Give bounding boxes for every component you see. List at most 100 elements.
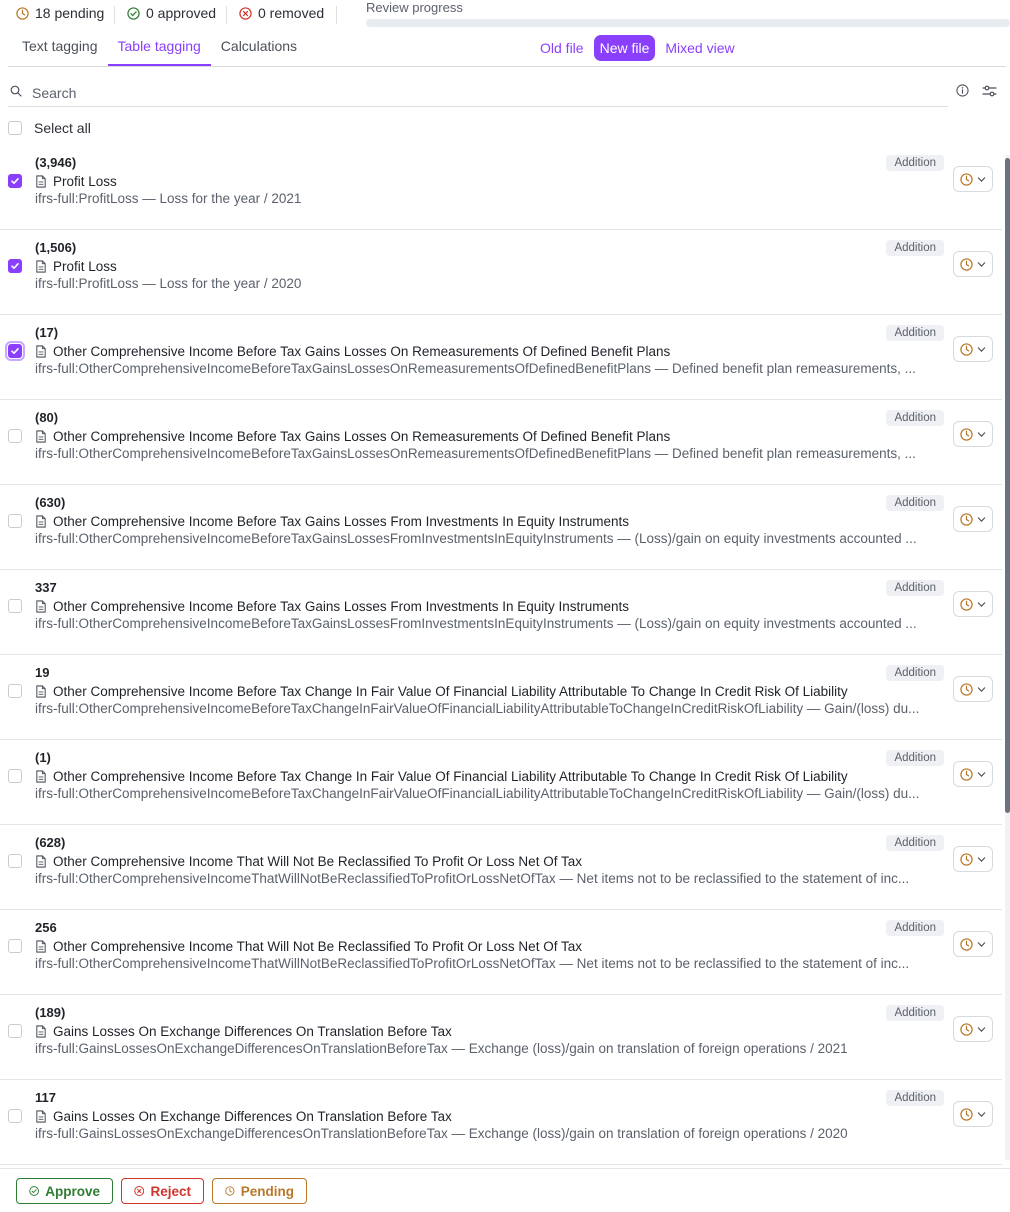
- row-checkbox[interactable]: [8, 684, 22, 698]
- concept-label: Other Comprehensive Income Before Tax Ga…: [35, 429, 670, 444]
- pending-count: 18 pending: [35, 5, 105, 21]
- list-item[interactable]: (3,946) Profit Loss ifrs-full:ProfitLoss —…: [0, 145, 1002, 230]
- status-dropdown[interactable]: [953, 676, 993, 702]
- row-checkbox[interactable]: [8, 259, 22, 273]
- concept-title: Other Comprehensive Income Before Tax Ch…: [53, 684, 848, 699]
- chevron-down-icon: [977, 346, 986, 352]
- list-item[interactable]: (630) Other Comprehensive Income Before T…: [0, 485, 1002, 570]
- list-item[interactable]: (1) Other Comprehensive Income Before Tax…: [0, 740, 1002, 825]
- change-type-badge: Addition: [886, 920, 944, 936]
- chevron-down-icon: [977, 686, 986, 692]
- checkmark-icon: [11, 178, 19, 184]
- tabs-divider: [8, 66, 1006, 67]
- document-icon: [36, 515, 46, 528]
- document-icon: [36, 770, 46, 783]
- tab-calculations[interactable]: Calculations: [211, 32, 307, 66]
- info-icon[interactable]: [956, 84, 969, 97]
- tab-text-tagging[interactable]: Text tagging: [12, 32, 108, 66]
- approve-button[interactable]: Approve: [16, 1178, 113, 1204]
- chevron-down-icon: [977, 941, 986, 947]
- row-checkbox[interactable]: [5, 341, 25, 361]
- list-item[interactable]: 337 Other Comprehensive Income Before Tax…: [0, 570, 1002, 655]
- status-dropdown[interactable]: [953, 591, 993, 617]
- clock-icon: [960, 937, 973, 951]
- chevron-down-icon: [977, 1111, 986, 1117]
- pending-label: Pending: [240, 1183, 294, 1199]
- change-type-badge: Addition: [886, 495, 944, 511]
- list-item[interactable]: (189) Gains Losses On Exchange Difference…: [0, 995, 1002, 1080]
- concept-title: Other Comprehensive Income Before Tax Ga…: [53, 429, 671, 444]
- status-dropdown[interactable]: [953, 251, 993, 277]
- clock-icon: [225, 1186, 235, 1196]
- concept-title: Other Comprehensive Income Before Tax Ga…: [53, 599, 629, 614]
- status-dropdown[interactable]: [953, 506, 993, 532]
- status-dropdown[interactable]: [953, 846, 993, 872]
- status-dropdown[interactable]: [953, 761, 993, 787]
- document-icon: [36, 685, 46, 698]
- status-dropdown[interactable]: [953, 336, 993, 362]
- row-checkbox[interactable]: [8, 514, 22, 528]
- concept-title: Other Comprehensive Income Before Tax Ch…: [53, 769, 848, 784]
- old-file-button[interactable]: Old file: [534, 35, 590, 61]
- clock-icon: [960, 597, 973, 611]
- change-type-badge: Addition: [886, 665, 944, 681]
- new-file-button[interactable]: New file: [593, 35, 656, 61]
- list-item[interactable]: (80) Other Comprehensive Income Before Ta…: [0, 400, 1002, 485]
- concept-reference: ifrs-full:ProfitLoss — Loss for the year…: [35, 191, 302, 206]
- row-checkbox[interactable]: [8, 939, 22, 953]
- fact-value: 337: [35, 580, 57, 595]
- chevron-down-icon: [977, 261, 986, 267]
- removed-stat: 0 removed: [239, 5, 324, 21]
- status-dropdown[interactable]: [953, 1016, 993, 1042]
- list-item[interactable]: (17) Other Comprehensive Income Before Ta…: [0, 315, 1002, 400]
- list-item[interactable]: (1,506) Profit Loss ifrs-full:ProfitLoss —…: [0, 230, 1002, 315]
- status-dropdown[interactable]: [953, 1101, 993, 1127]
- tab-table-tagging[interactable]: Table tagging: [107, 32, 211, 66]
- concept-reference: ifrs-full:GainsLossesOnExchangeDifferenc…: [35, 1126, 848, 1141]
- row-checkbox[interactable]: [8, 1109, 22, 1123]
- row-checkbox[interactable]: [8, 854, 22, 868]
- mixed-view-button[interactable]: Mixed view: [659, 35, 740, 61]
- scrollbar-thumb[interactable]: [1005, 158, 1010, 813]
- clock-icon: [960, 767, 973, 781]
- sliders-icon[interactable]: [982, 84, 997, 98]
- row-checkbox[interactable]: [8, 769, 22, 783]
- row-checkbox[interactable]: [8, 429, 22, 443]
- chevron-down-icon: [977, 176, 986, 182]
- reject-button[interactable]: Reject: [121, 1178, 204, 1204]
- change-type-badge: Addition: [886, 240, 944, 256]
- status-dropdown[interactable]: [953, 931, 993, 957]
- clock-icon: [960, 852, 973, 866]
- list-item[interactable]: 117 Gains Losses On Exchange Differences …: [0, 1080, 1002, 1165]
- list-item[interactable]: (628) Other Comprehensive Income That Wil…: [0, 825, 1002, 910]
- view-mode-switch: Old file New file Mixed view: [534, 35, 741, 61]
- search-input[interactable]: [30, 81, 934, 105]
- x-circle-icon: [134, 1186, 145, 1196]
- concept-label: Other Comprehensive Income Before Tax Ch…: [35, 769, 848, 784]
- list-item[interactable]: 256 Other Comprehensive Income That Will …: [0, 910, 1002, 995]
- concept-label: Profit Loss: [35, 259, 117, 274]
- document-icon: [36, 260, 46, 273]
- select-all-checkbox[interactable]: [8, 121, 22, 135]
- row-checkbox[interactable]: [8, 599, 22, 613]
- select-all-control[interactable]: Select all: [8, 120, 91, 136]
- concept-title: Other Comprehensive Income That Will Not…: [53, 854, 582, 869]
- row-checkbox[interactable]: [8, 1024, 22, 1038]
- change-type-badge: Addition: [886, 835, 944, 851]
- status-dropdown[interactable]: [953, 166, 993, 192]
- chevron-down-icon: [977, 601, 986, 607]
- fact-value: (1,506): [35, 240, 77, 255]
- document-icon: [36, 1110, 46, 1123]
- search-bar: [8, 78, 948, 107]
- row-checkbox[interactable]: [8, 174, 22, 188]
- pending-button[interactable]: Pending: [212, 1178, 307, 1204]
- list-item[interactable]: 19 Other Comprehensive Income Before Tax …: [0, 655, 1002, 740]
- concept-reference: ifrs-full:OtherComprehensiveIncomeBefore…: [35, 701, 920, 716]
- fact-value: (3,946): [35, 155, 77, 170]
- document-icon: [36, 430, 46, 443]
- fact-value: (17): [35, 325, 59, 340]
- status-dropdown[interactable]: [953, 421, 993, 447]
- tagging-tabs: Text tagging Table tagging Calculations: [12, 32, 307, 66]
- document-icon: [36, 1025, 46, 1038]
- fact-value: (630): [35, 495, 66, 510]
